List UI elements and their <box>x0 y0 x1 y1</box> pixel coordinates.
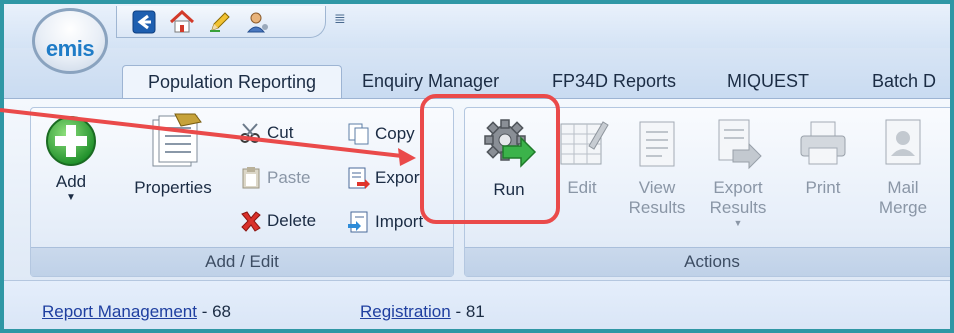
export-results-label-2: Results <box>709 198 767 217</box>
paste-label: Paste <box>267 168 311 187</box>
report-management-label: Report Management <box>42 302 197 321</box>
ribbon-tab-strip: Population Reporting Enquiry Manager FP3… <box>4 48 950 98</box>
paste-button[interactable]: Paste <box>239 166 310 190</box>
home-icon[interactable] <box>169 9 195 35</box>
user-icon[interactable] <box>245 9 271 35</box>
run-highlight-box <box>420 94 560 224</box>
view-results-button[interactable]: View Results <box>621 116 693 218</box>
export-button[interactable]: Export <box>347 166 424 190</box>
export-results-label-1: Export <box>713 178 763 197</box>
add-edit-group: Add ▼ Properties Cut Paste Delete Copy E… <box>30 107 454 277</box>
scissors-icon <box>240 123 260 143</box>
export-icon <box>348 167 370 189</box>
printer-icon <box>800 121 846 165</box>
delete-label: Delete <box>267 211 317 230</box>
add-dropdown-icon: ▼ <box>66 192 76 203</box>
cut-button[interactable]: Cut <box>239 122 293 144</box>
copy-button[interactable]: Copy <box>347 122 415 146</box>
export-label: Export <box>375 168 425 187</box>
print-button[interactable]: Print <box>791 116 855 198</box>
mail-merge-icon <box>885 119 921 165</box>
quick-access-toolbar <box>116 6 326 38</box>
add-button[interactable]: Add ▼ <box>41 114 101 203</box>
import-button[interactable]: Import <box>347 210 423 234</box>
view-results-icon <box>639 121 675 167</box>
registration-label: Registration <box>360 302 451 321</box>
export-results-icon <box>718 119 762 170</box>
export-results-button[interactable]: Export Results ▼ <box>701 116 775 228</box>
clipboard-icon <box>242 167 260 189</box>
add-plus-icon <box>46 116 96 166</box>
copy-icon <box>348 123 369 145</box>
report-management-link[interactable]: Report Management - 68 <box>42 302 231 322</box>
import-label: Import <box>375 212 424 231</box>
print-label: Print <box>805 178 841 197</box>
edit-grid-icon <box>560 121 609 165</box>
actions-group-label: Actions <box>465 247 950 276</box>
report-management-count: - 68 <box>201 302 232 321</box>
quick-access-overflow-icon[interactable]: ≣ <box>334 10 346 27</box>
view-results-label-2: Results <box>628 198 686 217</box>
delete-button[interactable]: Delete <box>239 210 316 232</box>
cut-label: Cut <box>267 123 294 142</box>
registration-link[interactable]: Registration - 81 <box>360 302 485 322</box>
logo-text: emis <box>45 36 95 61</box>
properties-icon <box>152 113 202 167</box>
import-icon <box>348 211 368 233</box>
tab-miquest[interactable]: MIQUEST <box>719 65 817 98</box>
tab-batch[interactable]: Batch D <box>864 65 944 98</box>
mail-merge-button[interactable]: Mail Merge <box>863 116 943 218</box>
title-bar: ≣ <box>4 4 950 48</box>
tab-fp34d-reports[interactable]: FP34D Reports <box>544 65 684 98</box>
mail-merge-label-1: Mail <box>887 178 919 197</box>
copy-label: Copy <box>375 124 415 143</box>
pencil-icon[interactable] <box>207 9 233 35</box>
tab-population-reporting[interactable]: Population Reporting <box>122 65 342 98</box>
edit-label: Edit <box>567 178 597 197</box>
add-label: Add <box>55 172 87 191</box>
registration-count: - 81 <box>455 302 485 321</box>
delete-x-icon <box>241 211 261 232</box>
add-edit-group-label: Add / Edit <box>31 247 453 276</box>
view-results-label-1: View <box>638 178 676 197</box>
properties-button[interactable]: Properties <box>123 112 223 198</box>
export-results-dropdown-icon: ▼ <box>733 218 743 228</box>
mail-merge-label-2: Merge <box>878 198 928 217</box>
emis-logo[interactable]: emis <box>32 8 108 74</box>
back-arrow-icon[interactable] <box>131 9 157 35</box>
properties-label: Properties <box>134 178 212 197</box>
